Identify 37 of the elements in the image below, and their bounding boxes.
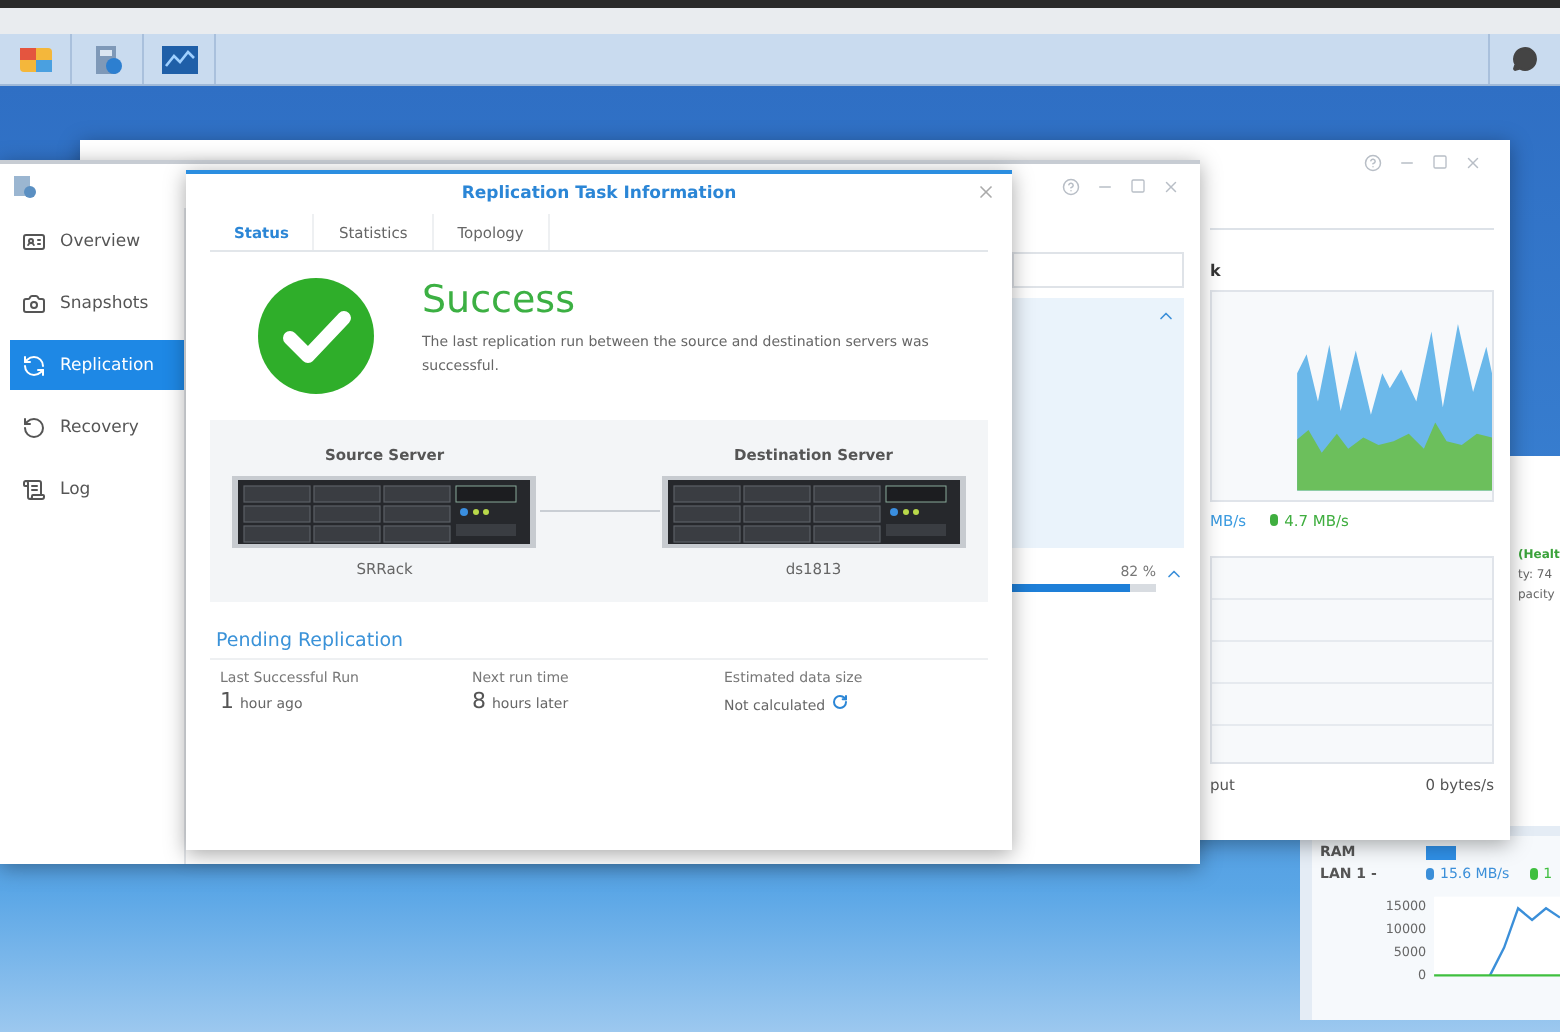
connector-line (539, 510, 659, 512)
camera-icon (22, 291, 46, 315)
close-button[interactable] (1464, 153, 1482, 171)
maximize-icon (1432, 153, 1448, 169)
close-button[interactable] (1162, 177, 1180, 195)
help-icon (1062, 177, 1080, 195)
refresh-icon (22, 353, 46, 377)
section-heading: Pending Replication (210, 630, 988, 660)
sidebar-item[interactable]: Recovery (10, 402, 184, 452)
undo-icon (22, 415, 46, 439)
package-icon (17, 43, 53, 75)
ram-bar (1426, 845, 1456, 859)
app-logo-icon (12, 174, 36, 198)
chart-icon (161, 45, 197, 73)
close-icon (1464, 153, 1482, 171)
close-icon (1162, 177, 1180, 195)
help-button[interactable] (1364, 153, 1382, 171)
close-button[interactable] (976, 182, 996, 202)
refresh-icon[interactable] (831, 694, 848, 710)
sidebar-item[interactable]: Replication (10, 340, 184, 390)
disk-icon (91, 43, 123, 75)
chat-icon (1512, 46, 1538, 72)
success-check-icon (258, 278, 374, 394)
dialog-title: Replication Task Information (461, 184, 737, 204)
id-card-icon (22, 229, 46, 253)
maximize-icon (1130, 177, 1146, 193)
help-icon (1364, 153, 1382, 171)
sidebar-item[interactable]: Snapshots (10, 278, 184, 328)
list-icon (22, 477, 46, 501)
search-field[interactable] (1012, 252, 1184, 288)
section-heading: k (1210, 228, 1494, 282)
help-button[interactable] (1062, 177, 1080, 195)
sidebar-item[interactable]: Log (10, 464, 184, 514)
maximize-button[interactable] (1432, 153, 1448, 171)
status-title: Success (422, 278, 577, 322)
maximize-button[interactable] (1130, 177, 1146, 195)
sidebar-item[interactable]: Overview (10, 216, 184, 266)
